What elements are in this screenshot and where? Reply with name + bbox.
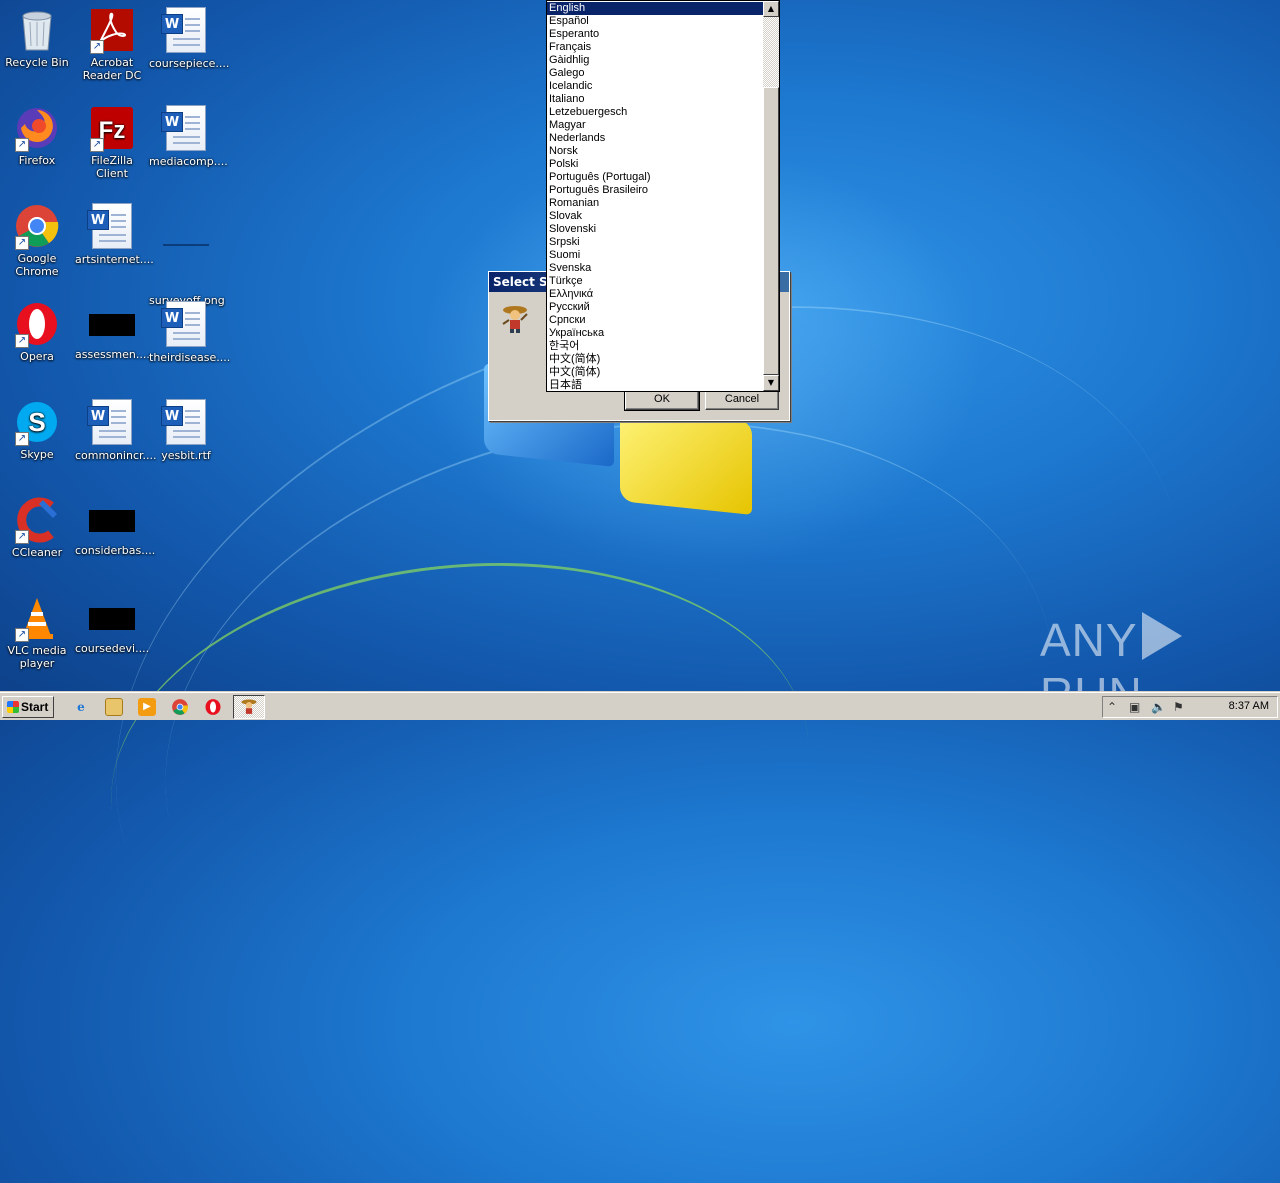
ie-icon[interactable]: e bbox=[72, 698, 90, 716]
desktop-icon-considerbas[interactable]: considerbas.... bbox=[75, 496, 155, 557]
word-doc-icon: W bbox=[161, 105, 206, 151]
language-option[interactable]: Ελληνικά bbox=[547, 288, 763, 301]
desktop-icon-assessment[interactable]: assessmen.... bbox=[75, 300, 150, 361]
action-center-flag-icon[interactable]: ⚑ bbox=[1173, 700, 1184, 714]
language-option[interactable]: 日本語 bbox=[547, 379, 763, 391]
language-option[interactable]: Nederlands bbox=[547, 132, 763, 145]
list-scrollbar[interactable]: ▲ ▼ bbox=[763, 1, 779, 391]
language-option[interactable]: Esperanto bbox=[547, 28, 763, 41]
desktop-icon-surveyoff[interactable]: surveyoff.png bbox=[149, 202, 225, 307]
ok-button[interactable]: OK bbox=[624, 388, 700, 411]
desktop-icon-firefox[interactable]: ↗ Firefox bbox=[0, 104, 74, 167]
language-option[interactable]: Italiano bbox=[547, 93, 763, 106]
desktop-icon-artsinternet[interactable]: W artsinternet.... bbox=[75, 202, 154, 266]
scroll-up-button[interactable]: ▲ bbox=[763, 1, 779, 17]
volume-icon[interactable]: 🔈 bbox=[1151, 700, 1166, 714]
shortcut-arrow-icon: ↗ bbox=[15, 432, 29, 446]
language-option[interactable]: Português (Portugal) bbox=[547, 171, 763, 184]
cancel-button[interactable]: Cancel bbox=[705, 389, 779, 410]
shortcut-arrow-icon: ↗ bbox=[15, 236, 29, 250]
setup-mascot-icon bbox=[499, 302, 531, 334]
play-logo-icon bbox=[1141, 612, 1182, 660]
language-option[interactable]: 한국어 bbox=[547, 340, 763, 353]
language-option[interactable]: Slovak bbox=[547, 210, 763, 223]
word-doc-icon: W bbox=[161, 7, 206, 53]
language-option[interactable]: 中文(简体) bbox=[547, 353, 763, 366]
shortcut-arrow-icon: ↗ bbox=[90, 40, 104, 54]
desktop-icon-coursepiece[interactable]: W coursepiece.... bbox=[149, 6, 229, 70]
setup-mascot-icon bbox=[241, 699, 257, 714]
desktop-icon-google-chrome[interactable]: ↗ Google Chrome bbox=[0, 202, 74, 278]
opera-icon[interactable] bbox=[204, 698, 222, 716]
scroll-down-button[interactable]: ▼ bbox=[763, 375, 779, 391]
system-tray: ⌃ ▣ 🔈 ⚑ 8:37 AM bbox=[1102, 696, 1278, 718]
word-doc-icon: W bbox=[87, 203, 132, 249]
desktop-icon-commonincr[interactable]: W commonincr.... bbox=[75, 398, 157, 462]
black-file-icon bbox=[89, 608, 135, 630]
chrome-icon[interactable] bbox=[171, 698, 189, 716]
language-option[interactable]: Français bbox=[547, 41, 763, 54]
taskbar: Start e ▶ ⌃ ▣ 🔈 ⚑ 8:37 AM bbox=[0, 692, 1280, 720]
desktop-icon-theirdisease[interactable]: W theirdisease.... bbox=[149, 300, 230, 364]
shortcut-arrow-icon: ↗ bbox=[15, 334, 29, 348]
desktop-icon-yesbit[interactable]: W yesbit.rtf bbox=[149, 398, 223, 462]
media-player-icon[interactable]: ▶ bbox=[138, 698, 156, 716]
desktop-icon-skype[interactable]: S ↗ Skype bbox=[0, 398, 74, 461]
svg-text:S: S bbox=[28, 407, 45, 437]
language-option[interactable]: Slovenski bbox=[547, 223, 763, 236]
wallpaper-green-arc bbox=[89, 529, 831, 1021]
desktop-icon-recycle-bin[interactable]: Recycle Bin bbox=[0, 6, 74, 69]
language-option[interactable]: Magyar bbox=[547, 119, 763, 132]
network-icon[interactable]: ▣ bbox=[1129, 700, 1140, 714]
language-option[interactable]: Türkçe bbox=[547, 275, 763, 288]
scroll-thumb[interactable] bbox=[763, 87, 779, 375]
clock[interactable]: 8:37 AM bbox=[1229, 700, 1269, 712]
windows-flag-icon bbox=[7, 701, 19, 713]
language-option[interactable]: Српски bbox=[547, 314, 763, 327]
show-hidden-icons-icon[interactable]: ⌃ bbox=[1107, 700, 1117, 714]
shortcut-arrow-icon: ↗ bbox=[90, 138, 104, 152]
desktop-icon-acrobat[interactable]: ↗ Acrobat Reader DC bbox=[75, 6, 149, 82]
language-option[interactable]: Letzebuergesch bbox=[547, 106, 763, 119]
desktop-icon-ccleaner[interactable]: ↗ CCleaner bbox=[0, 496, 74, 559]
language-option[interactable]: Polski bbox=[547, 158, 763, 171]
language-option[interactable]: Romanian bbox=[547, 197, 763, 210]
explorer-icon[interactable] bbox=[105, 698, 123, 716]
word-doc-icon: W bbox=[87, 399, 132, 445]
desktop-icon-coursedevi[interactable]: coursedevi.... bbox=[75, 594, 149, 655]
language-option[interactable]: Українська bbox=[547, 327, 763, 340]
language-option[interactable]: Srpski bbox=[547, 236, 763, 249]
black-file-icon bbox=[89, 314, 135, 336]
language-option[interactable]: Gàidhlig bbox=[547, 54, 763, 67]
language-option[interactable]: Português Brasileiro bbox=[547, 184, 763, 197]
shortcut-arrow-icon: ↗ bbox=[15, 138, 29, 152]
language-dropdown-list[interactable]: English Español Esperanto Français Gàidhlig G… bbox=[546, 0, 780, 392]
language-option[interactable]: Svenska bbox=[547, 262, 763, 275]
recycle-bin-icon bbox=[22, 11, 52, 51]
language-option[interactable]: Icelandic bbox=[547, 80, 763, 93]
language-option[interactable]: Suomi bbox=[547, 249, 763, 262]
desktop-icon-filezilla[interactable]: Fz ↗ FileZilla Client bbox=[75, 104, 149, 180]
language-option[interactable]: Galego bbox=[547, 67, 763, 80]
language-items: English Español Esperanto Français Gàidhlig G… bbox=[547, 2, 763, 391]
image-file-icon bbox=[163, 244, 209, 246]
black-file-icon bbox=[89, 510, 135, 532]
language-option[interactable]: Norsk bbox=[547, 145, 763, 158]
language-option[interactable]: Español bbox=[547, 15, 763, 28]
language-option[interactable]: English bbox=[547, 2, 763, 15]
desktop-icon-opera[interactable]: ↗ Opera bbox=[0, 300, 74, 363]
desktop-icon-vlc[interactable]: ↗ VLC media player bbox=[0, 594, 74, 670]
language-option[interactable]: Русский bbox=[547, 301, 763, 314]
word-doc-icon: W bbox=[161, 399, 206, 445]
word-doc-icon: W bbox=[161, 301, 206, 347]
shortcut-arrow-icon: ↗ bbox=[15, 530, 29, 544]
desktop-icon-mediacomp[interactable]: W mediacomp.... bbox=[149, 104, 228, 168]
start-button[interactable]: Start bbox=[2, 696, 54, 718]
shortcut-arrow-icon: ↗ bbox=[15, 628, 29, 642]
setup-taskbar-button[interactable] bbox=[233, 695, 265, 719]
language-option[interactable]: 中文(简体) bbox=[547, 366, 763, 379]
